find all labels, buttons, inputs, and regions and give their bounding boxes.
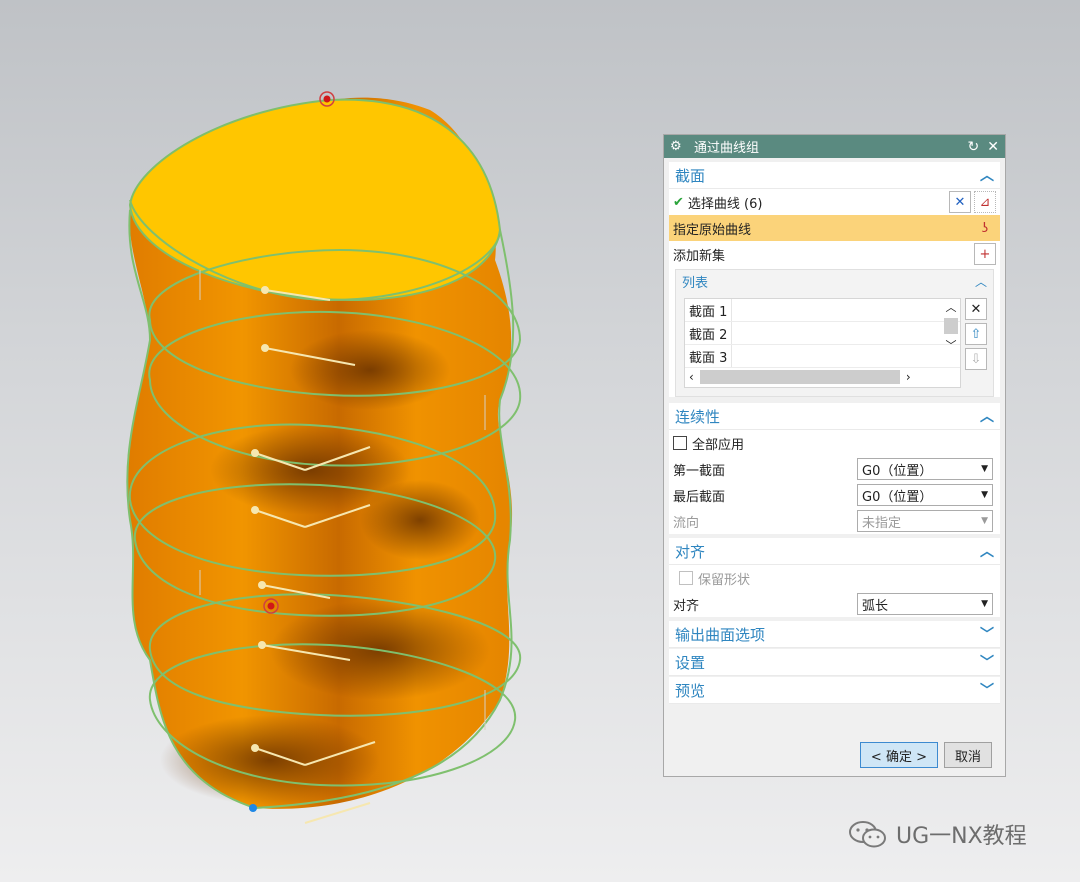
select-curve-label: 选择曲线 (6) [687, 196, 763, 212]
loft-through-curves-dialog: ⚙ 通过曲线组 ↻ ✕ 截面 ︿ ✔ 选择曲线 (6) ✕ ⊿ 指定原始曲线 ʖ… [663, 134, 1006, 777]
dropdown-arrow-icon: ▼ [981, 599, 988, 609]
select-curve-row[interactable]: ✔ 选择曲线 (6) ✕ ⊿ [669, 189, 1000, 215]
continuity-group-title: 连续性 [675, 407, 721, 426]
align-row: 对齐 弧长 ▼ [669, 591, 1000, 617]
chevron-up-icon[interactable]: ︿ [980, 406, 994, 426]
specify-original-curve-row[interactable]: 指定原始曲线 ʖ [669, 215, 1000, 241]
dropdown-arrow-icon: ▼ [981, 464, 988, 474]
list-item[interactable]: 截面 2 [685, 322, 960, 345]
curve-rule-icon[interactable]: ✕ [949, 191, 971, 213]
last-section-row: 最后截面 G0（位置） ▼ [669, 482, 1000, 508]
wechat-icon [849, 821, 886, 848]
last-section-select[interactable]: G0（位置） ▼ [857, 484, 993, 506]
apply-all-checkbox[interactable] [673, 436, 687, 450]
section-group-header[interactable]: 截面 ︿ [669, 162, 1000, 189]
first-section-row: 第一截面 G0（位置） ▼ [669, 456, 1000, 482]
close-icon[interactable]: ✕ [987, 139, 999, 155]
keep-shape-row: 保留形状 [669, 565, 1000, 591]
alignment-group-title: 对齐 [675, 542, 706, 561]
checkmark-icon: ✔ [673, 194, 684, 210]
watermark-text: UG一NX教程 [896, 824, 1027, 849]
scroll-left-icon[interactable]: ‹ [689, 370, 694, 384]
dialog-title: 通过曲线组 [694, 141, 760, 156]
add-new-set-label: 添加新集 [673, 248, 726, 264]
section-group: 截面 ︿ ✔ 选择曲线 (6) ✕ ⊿ 指定原始曲线 ʖ 添加新集 + 列表 ︿ [669, 162, 1000, 397]
apply-all-row[interactable]: 全部应用 [669, 430, 1000, 456]
dialog-titlebar: ⚙ 通过曲线组 ↻ ✕ [664, 135, 1005, 158]
settings-header[interactable]: 设置 ﹀ [669, 649, 1000, 676]
flow-direction-label: 流向 [673, 515, 700, 531]
dialog-footer: < 确定 > 取消 [664, 742, 1005, 768]
preview-header[interactable]: 预览 ﹀ [669, 677, 1000, 704]
chevron-up-icon[interactable]: ︿ [975, 273, 987, 290]
preview-title: 预览 [675, 681, 706, 700]
align-select[interactable]: 弧长 ▼ [857, 593, 993, 615]
first-section-value: G0（位置） [862, 463, 933, 479]
ok-button[interactable]: < 确定 > [859, 742, 938, 768]
last-section-label: 最后截面 [673, 489, 726, 505]
dropdown-arrow-icon: ▼ [981, 490, 988, 500]
original-curve-icon[interactable]: ʖ [974, 217, 996, 239]
scroll-up-icon[interactable]: ︿ [946, 299, 957, 315]
output-options-header[interactable]: 输出曲面选项 ﹀ [669, 621, 1000, 648]
list-header[interactable]: 列表 ︿ [676, 270, 993, 292]
alignment-group-header[interactable]: 对齐 ︿ [669, 538, 1000, 565]
flow-direction-row: 流向 未指定 ▼ [669, 508, 1000, 534]
gear-icon: ⚙ [670, 139, 682, 154]
settings-group[interactable]: 设置 ﹀ [669, 649, 1000, 676]
continuity-group: 连续性 ︿ 全部应用 第一截面 G0（位置） ▼ 最后截面 G0（位置） ▼ 流… [669, 403, 1000, 534]
list-subgroup: 列表 ︿ 截面 1 截面 2 截面 3 ︿ ﹀ ‹ › ✕ ⇧ ⇩ [675, 269, 994, 397]
output-options-title: 输出曲面选项 [675, 625, 766, 644]
list-item[interactable]: 截面 1 [685, 299, 960, 322]
align-value: 弧长 [862, 598, 889, 614]
output-options-group[interactable]: 输出曲面选项 ﹀ [669, 621, 1000, 648]
chevron-down-icon[interactable]: ﹀ [980, 624, 994, 644]
last-section-value: G0（位置） [862, 489, 933, 505]
apply-all-label: 全部应用 [692, 437, 745, 453]
preview-group[interactable]: 预览 ﹀ [669, 677, 1000, 704]
horizontal-scrollbar[interactable]: ‹ › [685, 367, 943, 387]
watermark: UG一NX教程 [848, 818, 1027, 850]
alignment-group: 对齐 ︿ 保留形状 对齐 弧长 ▼ [669, 538, 1000, 617]
chevron-down-icon[interactable]: ﹀ [980, 680, 994, 700]
vertical-scrollbar[interactable]: ︿ ﹀ [942, 299, 960, 365]
align-label: 对齐 [673, 598, 700, 614]
chevron-down-icon[interactable]: ﹀ [980, 652, 994, 672]
add-new-set-row[interactable]: 添加新集 + [669, 241, 1000, 267]
first-section-select[interactable]: G0（位置） ▼ [857, 458, 993, 480]
section-listbox[interactable]: 截面 1 截面 2 截面 3 ︿ ﹀ ‹ › [684, 298, 961, 388]
scroll-right-icon[interactable]: › [906, 370, 911, 384]
lofted-surface-model[interactable] [0, 0, 660, 882]
select-curve-icon[interactable]: ⊿ [974, 191, 996, 213]
delete-icon[interactable]: ✕ [965, 298, 987, 320]
dropdown-arrow-icon: ▼ [981, 516, 988, 526]
reset-icon[interactable]: ↻ [968, 139, 980, 155]
continuity-group-header[interactable]: 连续性 ︿ [669, 403, 1000, 430]
specify-original-curve-label: 指定原始曲线 [673, 222, 752, 238]
chevron-up-icon[interactable]: ︿ [980, 541, 994, 561]
move-up-icon[interactable]: ⇧ [965, 323, 987, 345]
list-item-label: 截面 3 [689, 350, 728, 366]
list-item-label: 截面 1 [689, 304, 728, 320]
flow-direction-select: 未指定 ▼ [857, 510, 993, 532]
keep-shape-checkbox [679, 571, 693, 585]
scroll-down-icon[interactable]: ﹀ [946, 337, 957, 353]
first-section-label: 第一截面 [673, 463, 726, 479]
add-set-icon[interactable]: + [974, 243, 996, 265]
keep-shape-label: 保留形状 [698, 572, 751, 588]
chevron-up-icon[interactable]: ︿ [980, 165, 994, 185]
list-item[interactable]: 截面 3 [685, 345, 960, 368]
flow-direction-value: 未指定 [862, 515, 902, 531]
section-group-title: 截面 [675, 166, 706, 185]
list-item-label: 截面 2 [689, 327, 728, 343]
scroll-thumb[interactable] [944, 318, 958, 334]
list-title: 列表 [682, 275, 709, 291]
settings-title: 设置 [675, 653, 706, 672]
move-down-icon[interactable]: ⇩ [965, 348, 987, 370]
cancel-button[interactable]: 取消 [943, 742, 992, 768]
hscroll-thumb[interactable] [699, 370, 900, 384]
